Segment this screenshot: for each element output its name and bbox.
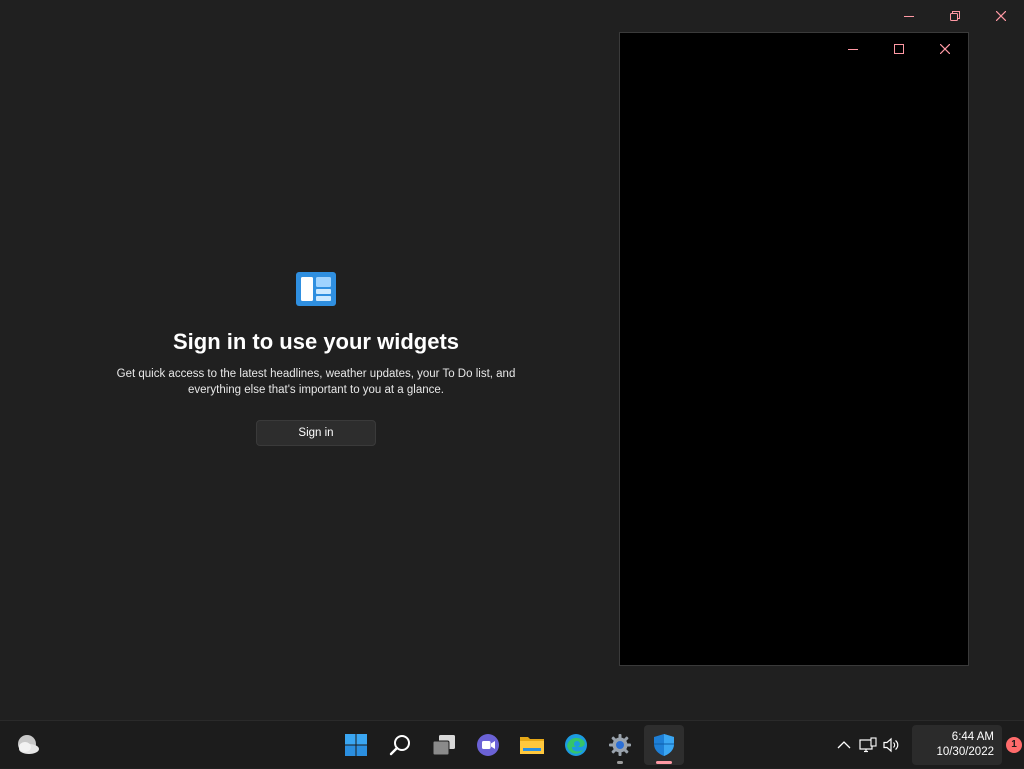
edge-button[interactable] xyxy=(556,725,596,765)
maximize-icon xyxy=(894,44,904,54)
minimize-button[interactable] xyxy=(886,0,932,32)
taskbar-apps xyxy=(336,725,688,765)
sign-in-button[interactable]: Sign in xyxy=(256,420,376,446)
widgets-title: Sign in to use your widgets xyxy=(172,329,460,354)
speaker-icon xyxy=(883,737,899,753)
blank-app-window[interactable] xyxy=(619,32,969,666)
folder-icon xyxy=(520,737,544,754)
system-tray: 6:44 AM 10/30/2022 1 xyxy=(832,721,1022,769)
network-icon xyxy=(859,737,877,753)
settings-button[interactable] xyxy=(600,725,640,765)
search-icon xyxy=(389,735,410,756)
blank-window-caption-controls xyxy=(830,33,968,65)
show-hidden-icons-button[interactable] xyxy=(832,733,856,757)
clock-date: 10/30/2022 xyxy=(936,746,994,758)
volume-button[interactable] xyxy=(880,733,904,757)
network-button[interactable] xyxy=(856,733,880,757)
security-button[interactable] xyxy=(644,725,684,765)
window-caption-controls xyxy=(886,0,1024,32)
restore-icon xyxy=(950,11,960,21)
restore-button[interactable] xyxy=(932,0,978,32)
close-icon xyxy=(996,11,1006,21)
search-button[interactable] xyxy=(380,725,420,765)
shield-icon xyxy=(654,734,674,756)
minimize-icon xyxy=(848,49,858,50)
teams-icon xyxy=(477,734,499,756)
active-indicator xyxy=(656,761,672,764)
minimize-icon xyxy=(904,16,914,17)
blank-window-maximize-button[interactable] xyxy=(876,33,922,65)
running-indicator xyxy=(617,761,623,764)
edge-icon xyxy=(565,734,587,756)
widgets-signin-panel: Sign in to use your widgets Get quick ac… xyxy=(110,272,522,446)
widgets-icon xyxy=(296,272,336,306)
blank-window-minimize-button[interactable] xyxy=(830,33,876,65)
desktop: Sign in to use your widgets Get quick ac… xyxy=(0,0,1024,720)
clock-button[interactable]: 6:44 AM 10/30/2022 xyxy=(912,725,1002,765)
weather-widget-icon[interactable] xyxy=(14,732,42,758)
windows-logo-icon xyxy=(345,734,367,756)
chevron-up-icon xyxy=(837,741,851,749)
clock-time: 6:44 AM xyxy=(951,731,994,743)
blank-window-close-button[interactable] xyxy=(922,33,968,65)
file-explorer-button[interactable] xyxy=(512,725,552,765)
close-button[interactable] xyxy=(978,0,1024,32)
close-icon xyxy=(940,44,950,54)
task-view-icon xyxy=(432,735,455,756)
task-view-button[interactable] xyxy=(424,725,464,765)
teams-chat-button[interactable] xyxy=(468,725,508,765)
taskbar: 6:44 AM 10/30/2022 1 xyxy=(0,720,1024,768)
start-button[interactable] xyxy=(336,725,376,765)
widgets-description: Get quick access to the latest headlines… xyxy=(116,368,516,396)
notification-badge[interactable]: 1 xyxy=(1006,737,1022,753)
gear-icon xyxy=(609,734,631,756)
